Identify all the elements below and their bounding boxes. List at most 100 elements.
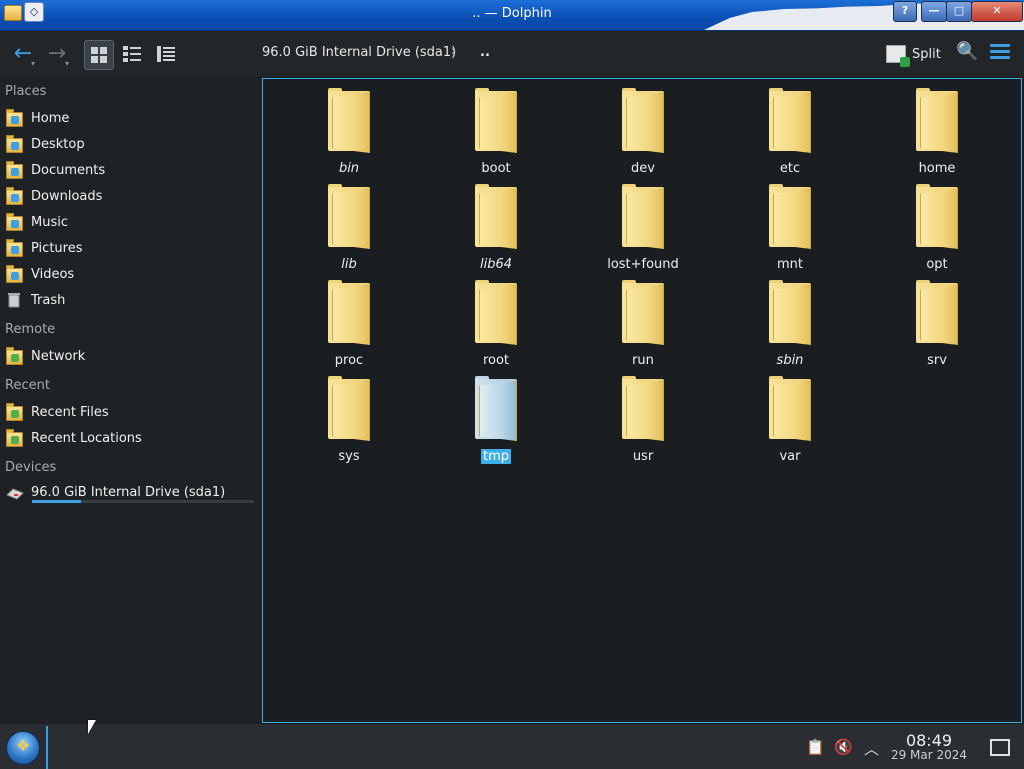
folder-item-mnt[interactable]: mnt — [730, 183, 850, 273]
folder-item-lib64[interactable]: lib64 — [436, 183, 556, 273]
window-title: .. — Dolphin — [472, 6, 552, 21]
folder-item-proc[interactable]: proc — [289, 279, 409, 369]
help-button[interactable]: ? — [893, 1, 917, 22]
folder-name: tmp — [436, 449, 556, 464]
folder-name: usr — [632, 449, 654, 464]
sidebar-item-desktop[interactable]: Desktop — [5, 133, 85, 155]
folder-item-lib[interactable]: lib — [289, 183, 409, 273]
folder-icon — [622, 280, 664, 345]
folder-item-usr[interactable]: usr — [583, 375, 703, 465]
sidebar-item-label: Pictures — [31, 240, 83, 256]
folder-name: boot — [481, 161, 511, 176]
sidebar-item-label: Desktop — [31, 136, 85, 152]
minimize-button[interactable]: — — [921, 1, 947, 22]
forward-history-chevron-icon[interactable]: ▾ — [65, 59, 69, 68]
folder-icon — [769, 280, 811, 345]
recent-files-icon — [5, 403, 23, 421]
folder-icon — [916, 280, 958, 345]
folder-icon — [622, 376, 664, 441]
file-view[interactable]: bin boot dev etc home lib lib64 lost+found mnt op… — [262, 78, 1022, 723]
folder-item-bin[interactable]: bin — [289, 87, 409, 177]
sidebar-item-videos[interactable]: Videos — [5, 263, 74, 285]
folder-item-boot[interactable]: boot — [436, 87, 556, 177]
details-view-button[interactable] — [152, 40, 180, 68]
sidebar-item-recent-files[interactable]: Recent Files — [5, 401, 109, 423]
folder-item-srv[interactable]: srv — [877, 279, 997, 369]
folder-name: etc — [779, 161, 801, 176]
sidebar-item-label: Network — [31, 348, 86, 364]
clock-date[interactable]: 29 Mar 2024 — [887, 748, 971, 762]
sidebar-item-trash[interactable]: Trash — [5, 289, 65, 311]
volume-muted-icon[interactable]: 🔇 — [834, 738, 853, 756]
folder-item-sys[interactable]: sys — [289, 375, 409, 465]
folder-item-sbin[interactable]: sbin — [730, 279, 850, 369]
folder-icon — [328, 280, 370, 345]
sidebar-item-home[interactable]: Home — [5, 107, 69, 129]
folder-name: sys — [338, 449, 360, 464]
icons-view-button[interactable] — [84, 40, 114, 70]
sidebar-item-documents[interactable]: Documents — [5, 159, 105, 181]
places-panel: Places Remote Recent Devices Home Desktop… — [0, 78, 262, 723]
sidebar-item-label: Recent Files — [31, 404, 109, 420]
close-button[interactable]: ✕ — [971, 1, 1023, 22]
folder-name: home — [918, 161, 956, 176]
sidebar-item-96-0-gib-internal-drive-sda1[interactable]: 96.0 GiB Internal Drive (sda1) — [5, 481, 225, 503]
show-desktop-button[interactable] — [990, 739, 1010, 756]
videos-folder-icon — [5, 265, 23, 283]
section-devices: Devices — [5, 460, 57, 475]
sidebar-item-pictures[interactable]: Pictures — [5, 237, 82, 259]
desktop-folder-icon — [5, 135, 23, 153]
folder-item-etc[interactable]: etc — [730, 87, 850, 177]
folder-item-opt[interactable]: opt — [877, 183, 997, 273]
section-places: Places — [5, 84, 47, 99]
sidebar-item-music[interactable]: Music — [5, 211, 68, 233]
section-recent: Recent — [5, 378, 50, 393]
compact-view-button[interactable] — [118, 40, 146, 68]
compact-view-icon — [123, 46, 141, 62]
folder-name: bin — [338, 161, 360, 176]
sidebar-item-label: Trash — [31, 292, 66, 308]
split-view-icon — [886, 45, 910, 67]
folder-item-root[interactable]: root — [436, 279, 556, 369]
folder-icon — [622, 88, 664, 153]
sidebar-item-network[interactable]: Network — [5, 345, 85, 367]
split-button[interactable]: Split — [886, 43, 941, 67]
folder-item-var[interactable]: var — [730, 375, 850, 465]
icons-view-icon — [91, 47, 107, 63]
sidebar-item-label: Home — [31, 110, 70, 126]
folder-icon — [475, 88, 517, 153]
sidebar-item-downloads[interactable]: Downloads — [5, 185, 102, 207]
folder-item-lost-found[interactable]: lost+found — [583, 183, 703, 273]
folder-name: proc — [334, 353, 364, 368]
sidebar-item-label: 96.0 GiB Internal Drive (sda1) — [31, 484, 226, 500]
clipboard-icon[interactable]: 📋 — [806, 738, 825, 756]
taskbar: 📋 🔇 ︿ 08:49 29 Mar 2024 — [0, 723, 1024, 769]
folder-item-tmp[interactable]: tmp — [436, 375, 556, 465]
maximize-button[interactable]: □ — [946, 1, 972, 22]
hamburger-menu-button[interactable] — [990, 44, 1010, 62]
chevron-up-icon[interactable]: ︿ — [864, 738, 879, 759]
breadcrumb-drive[interactable]: 96.0 GiB Internal Drive (sda1) — [262, 45, 456, 60]
folder-icon — [328, 184, 370, 249]
start-menu-button[interactable] — [6, 731, 40, 765]
details-view-icon — [157, 46, 175, 62]
folder-item-run[interactable]: run — [583, 279, 703, 369]
folder-item-dev[interactable]: dev — [583, 87, 703, 177]
title-bar[interactable]: ◇ .. — Dolphin ? — □ ✕ — [0, 0, 1024, 31]
folder-name: run — [632, 353, 654, 368]
recent-locations-icon — [5, 429, 23, 447]
search-button[interactable]: 🔍 — [956, 41, 978, 62]
split-label: Split — [912, 46, 941, 62]
sidebar-item-recent-locations[interactable]: Recent Locations — [5, 427, 142, 449]
folder-item-home[interactable]: home — [877, 87, 997, 177]
breadcrumb-separator-icon[interactable]: › — [451, 44, 456, 59]
selected-folder-name: tmp — [480, 449, 511, 464]
arrow-right-icon: → — [47, 41, 67, 66]
folder-name: opt — [926, 257, 948, 272]
folder-icon — [916, 184, 958, 249]
sidebar-item-label: Documents — [31, 162, 106, 178]
breadcrumb-current-folder[interactable]: .. — [480, 45, 490, 60]
downloads-folder-icon — [5, 187, 23, 205]
folder-name: srv — [927, 353, 947, 368]
back-history-chevron-icon[interactable]: ▾ — [31, 59, 35, 68]
